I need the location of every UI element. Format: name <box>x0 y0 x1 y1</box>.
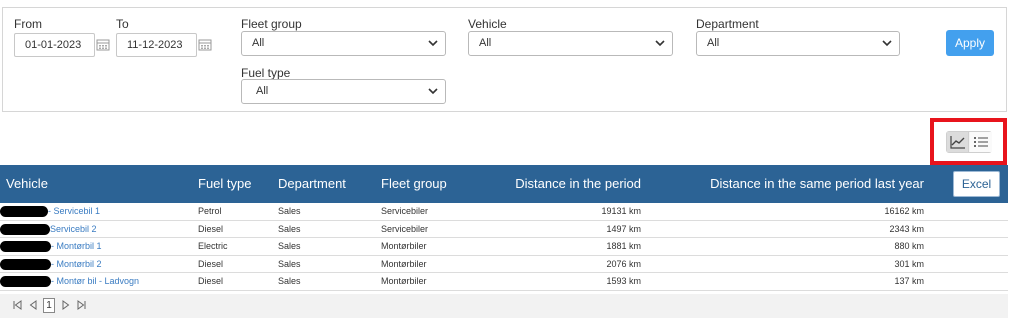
column-header-fleet-group[interactable]: Fleet group <box>381 165 447 203</box>
column-header-distance-last-year[interactable]: Distance in the same period last year <box>710 165 924 203</box>
distance-cell: 1593 km <box>606 276 641 287</box>
distance-last-year-cell: 301 km <box>894 258 924 269</box>
distance-cell: 1881 km <box>606 241 641 252</box>
pager: 1 <box>0 294 1008 318</box>
distance-last-year-cell: 880 km <box>894 241 924 252</box>
column-header-distance[interactable]: Distance in the period <box>515 165 641 203</box>
table-body: - Servicebil 1 Petrol Sales Servicebiler… <box>0 203 1008 291</box>
first-page-icon[interactable] <box>12 299 22 311</box>
table-row: - Montørbil 2 Diesel Sales Montørbiler 2… <box>0 256 1008 274</box>
from-label: From <box>14 17 42 31</box>
chevron-down-icon <box>655 40 665 47</box>
chevron-down-icon <box>428 88 438 95</box>
distance-last-year-cell: 2343 km <box>889 223 924 234</box>
distance-cell: 2076 km <box>606 258 641 269</box>
department-cell: Sales <box>278 258 301 269</box>
vehicle-link[interactable]: - Servicebil 1 <box>48 203 100 220</box>
column-header-vehicle[interactable]: Vehicle <box>6 165 48 203</box>
fuel-type-cell: Diesel <box>198 276 224 287</box>
fuel-type-value: All <box>256 85 269 97</box>
fleet-group-cell: Montørbiler <box>381 241 427 252</box>
redacted-vehicle-id <box>0 258 51 270</box>
next-page-icon[interactable] <box>61 299 71 311</box>
chart-view-button[interactable] <box>947 132 969 152</box>
fleet-group-cell: Servicebiler <box>381 223 429 234</box>
apply-button[interactable]: Apply <box>946 30 994 56</box>
column-header-department[interactable]: Department <box>278 165 346 203</box>
redacted-vehicle-id <box>0 276 51 288</box>
fleet-group-cell: Montørbiler <box>381 258 427 269</box>
fuel-type-cell: Diesel <box>198 223 224 234</box>
redacted-vehicle-id <box>0 206 48 217</box>
department-label: Department <box>696 17 759 31</box>
vehicle-link[interactable]: - Montør bil - Ladvogn <box>51 273 139 290</box>
fuel-type-cell: Electric <box>198 241 228 252</box>
fleet-group-cell: Montørbiler <box>381 276 427 287</box>
fuel-type-cell: Diesel <box>198 258 224 269</box>
table-row: - Servicebil 1 Petrol Sales Servicebiler… <box>0 203 1008 221</box>
department-cell: Sales <box>278 223 301 234</box>
view-toggle <box>946 131 992 153</box>
to-date-input[interactable]: 11-12-2023 <box>116 33 197 57</box>
vehicle-link[interactable]: - Montørbil 2 <box>51 256 102 273</box>
fleet-group-label: Fleet group <box>241 17 302 31</box>
department-cell: Sales <box>278 276 301 287</box>
current-page[interactable]: 1 <box>43 298 55 313</box>
distance-cell: 19131 km <box>601 206 641 216</box>
table-row: - Montør bil - Ladvogn Diesel Sales Mont… <box>0 273 1008 291</box>
redacted-vehicle-id <box>0 241 51 253</box>
distance-last-year-cell: 137 km <box>894 276 924 287</box>
vehicle-link[interactable]: - Montørbil 1 <box>51 238 102 255</box>
list-icon <box>974 137 988 147</box>
to-label: To <box>116 17 129 31</box>
excel-export-button[interactable]: Excel <box>953 171 1000 197</box>
department-select[interactable]: All <box>696 31 900 56</box>
calendar-icon[interactable] <box>198 38 212 51</box>
vehicle-select[interactable]: All <box>468 31 673 56</box>
table-row: - Montørbil 1 Electric Sales Montørbiler… <box>0 238 1008 256</box>
department-value: All <box>707 37 720 49</box>
fuel-type-select[interactable]: All <box>241 79 446 104</box>
vehicle-label: Vehicle <box>468 17 507 31</box>
vehicle-link[interactable]: Servicebil 2 <box>50 221 97 238</box>
fleet-group-value: All <box>252 37 265 49</box>
fleet-group-cell: Servicebiler <box>381 206 429 216</box>
distance-last-year-cell: 16162 km <box>884 206 924 216</box>
last-page-icon[interactable] <box>77 299 87 311</box>
from-date-input[interactable]: 01-01-2023 <box>14 33 95 57</box>
vehicle-value: All <box>479 37 492 49</box>
department-cell: Sales <box>278 206 301 216</box>
redacted-vehicle-id <box>0 223 50 235</box>
department-cell: Sales <box>278 241 301 252</box>
view-toggle-highlight <box>930 118 1007 165</box>
fleet-group-select[interactable]: All <box>241 31 446 56</box>
table-row: Servicebil 2 Diesel Sales Servicebiler 1… <box>0 221 1008 239</box>
fuel-type-cell: Petrol <box>198 206 222 216</box>
fuel-type-label: Fuel type <box>241 66 291 80</box>
prev-page-icon[interactable] <box>28 299 38 311</box>
filter-panel: From 01-01-2023 To 11-12-2023 Fleet grou… <box>2 7 1007 112</box>
chevron-down-icon <box>428 40 438 47</box>
line-chart-icon <box>950 136 965 149</box>
distance-cell: 1497 km <box>606 223 641 234</box>
list-view-button[interactable] <box>970 132 992 152</box>
column-header-fuel-type[interactable]: Fuel type <box>198 165 251 203</box>
chevron-down-icon <box>882 40 892 47</box>
calendar-icon[interactable] <box>96 38 110 51</box>
table-header: Vehicle Fuel type Department Fleet group… <box>0 165 1008 203</box>
